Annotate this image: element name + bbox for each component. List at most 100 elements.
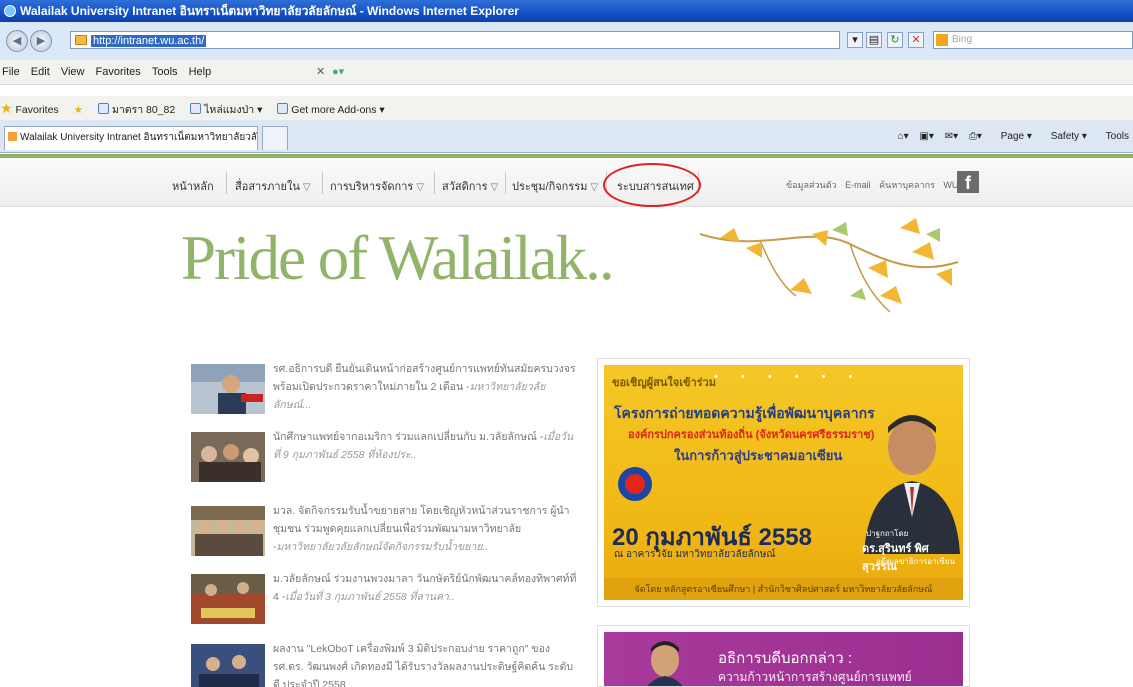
news-text: รศ.อธิการบดี ยืนยันเดินหน้าก่อสร้างศูนย์…	[273, 360, 578, 414]
news-item[interactable]: ม.วลัยลักษณ์ ร่วมงานพวงมาลา วันกษัตริย์น…	[191, 570, 581, 628]
address-toolbar: ◀ ▶ http://intranet.wu.ac.th/ ▾ ▤ ↻ ✕ Bi…	[0, 22, 1133, 60]
asean-seminar-banner[interactable]: ขอเชิญผู้สนใจเข้าร่วม • • • • • • โครงกา…	[597, 358, 970, 607]
news-thumbnail	[191, 644, 265, 687]
safety-menu[interactable]: Safety ▾	[1043, 131, 1087, 142]
banner-title: อธิการบดีบอกกล่าว :	[718, 650, 853, 667]
news-item[interactable]: นักศึกษาแพทย์จากอเมริกา ร่วมแลกเปลี่ยนกั…	[191, 428, 581, 486]
safety-menu-label: Safety	[1050, 131, 1080, 142]
news-thumbnail	[191, 574, 265, 624]
new-tab-button[interactable]	[262, 126, 288, 150]
news-item[interactable]: ผลงาน "LekOboT เครื่องพิมพ์ 3 มิติประกอบ…	[191, 640, 581, 687]
asean-logo-icon	[618, 467, 652, 501]
favorites-button[interactable]: ★ Favorites	[0, 96, 59, 122]
highlight-circle-annotation	[603, 163, 701, 207]
home-icon[interactable]: ⌂▾	[898, 131, 909, 142]
news-headline[interactable]: นักศึกษาแพทย์จากอเมริกา ร่วมแลกเปลี่ยนกั…	[273, 431, 543, 443]
page-menu-label: Page	[1000, 131, 1025, 142]
news-text: ม.วลัยลักษณ์ ร่วมงานพวงมาลา วันกษัตริย์น…	[273, 570, 578, 606]
star-icon: ★	[0, 100, 13, 116]
search-placeholder: Bing	[952, 34, 973, 45]
nav-meetings-activities[interactable]: ประชุม/กิจกรรม ▽	[512, 177, 598, 195]
window-titlebar: Walailak University Intranet อินทราเน็ตม…	[0, 0, 1133, 22]
nav-divider	[226, 172, 227, 194]
compatibility-view-icon[interactable]: ▤	[866, 32, 882, 48]
page-menu[interactable]: Page ▾	[993, 131, 1032, 142]
news-headline[interactable]: ผลงาน "LekOboT เครื่องพิมพ์ 3 มิติประกอบ…	[273, 643, 573, 687]
stop-icon[interactable]: ✕	[908, 32, 924, 48]
search-input[interactable]: Bing	[933, 31, 1133, 49]
menu-edit[interactable]: Edit	[31, 60, 50, 84]
nav-label: สวัสดิการ	[442, 181, 488, 193]
nav-internal-communication[interactable]: สื่อสารภายใน ▽	[235, 177, 311, 195]
command-bar: ⌂▾ ▣▾ ✉▾ ⎙▾ Page ▾ Safety ▾ Tools	[890, 129, 1129, 145]
president-message-banner[interactable]: อธิการบดีบอกกล่าว : ความก้าวหน้าการสร้าง…	[597, 625, 970, 687]
nav-divider	[434, 172, 435, 194]
news-source: เมื่อวันที่ 3 กุมภาพันธ์ 2558 ที่ลานคา..	[285, 591, 455, 603]
facebook-icon[interactable]: f	[957, 171, 979, 193]
tab-title: Walailak University Intranet อินทราเน็ตม…	[20, 132, 258, 143]
address-input[interactable]: http://intranet.wu.ac.th/	[70, 31, 840, 49]
nav-label: การบริหารจัดการ	[330, 181, 414, 193]
link-personal-info[interactable]: ข้อมูลส่วนตัว	[786, 180, 837, 190]
bing-icon	[936, 34, 948, 46]
toolbar-addon-icon[interactable]: ●▾	[332, 60, 344, 84]
banner-subtitle: ความก้าวหน้าการสร้างศูนย์การแพทย์	[718, 670, 912, 684]
nav-label: สื่อสารภายใน	[235, 181, 300, 193]
print-icon[interactable]: ⎙▾	[969, 131, 982, 142]
news-source: มหาวิทยาลัยวลัยลักษณ์จัดกิจกรรมรับน้ำขยา…	[276, 541, 489, 553]
menu-tools[interactable]: Tools	[152, 60, 178, 84]
news-thumbnail	[191, 364, 265, 414]
banner-title: โครงการถ่ายทอดความรู้เพื่อพัฒนาบุคลากร	[614, 405, 875, 421]
speaker-title: อดีตเลขาธิการอาเซียน	[876, 557, 955, 566]
tools-menu-label: Tools	[1105, 131, 1129, 142]
favorites-label: Favorites	[15, 104, 59, 116]
favorite-link-3[interactable]: Get more Add-ons ▾	[277, 98, 385, 122]
window-title: Walailak University Intranet อินทราเน็ตม…	[20, 4, 519, 18]
address-url: http://intranet.wu.ac.th/	[91, 35, 207, 47]
event-venue: ณ อาคารวิจัย มหาวิทยาลัยวลัยลักษณ์	[614, 549, 776, 560]
news-thumbnail	[191, 432, 265, 482]
menu-favorites[interactable]: Favorites	[96, 60, 141, 84]
banner-subtitle-2: ในการก้าวสู่ประชาคมอาเซียน	[674, 448, 843, 463]
menu-file[interactable]: File	[2, 60, 20, 84]
banner-organizer: จัดโดย หลักสูตรอาเซียนศึกษา | สำนักวิชาศ…	[604, 578, 963, 600]
page-icon	[277, 103, 289, 114]
ginkgo-leaves-decoration	[700, 218, 959, 313]
page-icon	[97, 103, 109, 114]
tab-walailak-intranet[interactable]: Walailak University Intranet อินทราเน็ตม…	[4, 126, 258, 150]
nav-divider	[505, 172, 506, 194]
close-toolbar-icon[interactable]: ✕	[316, 60, 325, 84]
back-button[interactable]: ◀	[6, 30, 28, 52]
forward-button[interactable]: ▶	[30, 30, 52, 52]
link-email[interactable]: E-mail	[845, 180, 871, 190]
decorative-dots: • • • • • •	[714, 371, 863, 383]
banner-content: ขอเชิญผู้สนใจเข้าร่วม • • • • • • โครงกา…	[604, 365, 963, 600]
dropdown-arrow-icon[interactable]: ▾	[847, 32, 863, 48]
mail-icon[interactable]: ✉▾	[945, 131, 958, 142]
nav-label: ประชุม/กิจกรรม	[512, 181, 588, 193]
favorite-link-2[interactable]: ไหล่แมงป่า ▾	[190, 98, 262, 122]
news-item[interactable]: รศ.อธิการบดี ยืนยันเดินหน้าก่อสร้างศูนย์…	[191, 360, 581, 418]
news-text: มวล. จัดกิจกรรมรับน้ำขยายสาย โดยเชิญหัวห…	[273, 502, 578, 556]
nav-management[interactable]: การบริหารจัดการ ▽	[330, 177, 424, 195]
add-favorite-icon[interactable]: ★	[74, 98, 83, 122]
chevron-down-icon: ▽	[302, 182, 311, 193]
refresh-icon[interactable]: ↻	[887, 32, 903, 48]
favorite-link-label: มาตรา 80_82	[111, 104, 176, 116]
news-item[interactable]: มวล. จัดกิจกรรมรับน้ำขยายสาย โดยเชิญหัวห…	[191, 502, 581, 560]
chevron-down-icon: ▽	[416, 182, 425, 193]
tools-menu[interactable]: Tools	[1098, 131, 1129, 142]
nav-divider	[322, 172, 323, 194]
favorite-link-label: Get more Add-ons	[291, 104, 377, 116]
nav-home[interactable]: หน้าหลัก	[172, 177, 214, 195]
tab-bar: Walailak University Intranet อินทราเน็ตม…	[0, 120, 1133, 153]
feeds-icon[interactable]: ▣▾	[919, 131, 933, 142]
nav-welfare[interactable]: สวัสดิการ ▽	[442, 177, 498, 195]
link-staff-search[interactable]: ค้นหาบุคลากร	[879, 180, 935, 190]
favorites-bar: ★ Favorites ★ มาตรา 80_82 ไหล่แมงป่า ▾ G…	[0, 96, 1133, 120]
news-thumbnail	[191, 506, 265, 556]
page-icon	[190, 103, 202, 114]
menu-view[interactable]: View	[61, 60, 85, 84]
favorite-link-1[interactable]: มาตรา 80_82	[97, 98, 176, 122]
menu-help[interactable]: Help	[189, 60, 212, 84]
